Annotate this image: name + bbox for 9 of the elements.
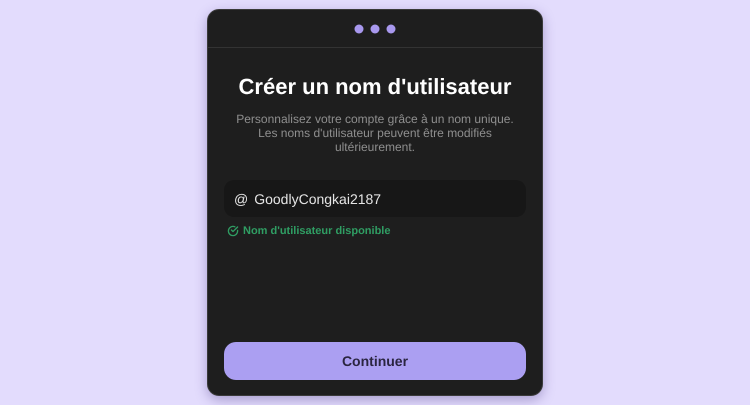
username-input[interactable]: GoodlyCongkai2187 [254,190,516,206]
check-circle-icon [227,225,239,237]
dialog-title: Créer un nom d'utilisateur [238,73,512,101]
dialog-description: Personnalisez votre compte grâce à un nom unique. Les noms d'utilisateur peuvent être modifiés ultérieurement. [235,112,515,154]
at-prefix: @ [234,190,248,206]
dots-icon [354,24,396,34]
status-message: Nom d'utilisateur disponible [243,225,390,237]
username-field[interactable]: @ GoodlyCongkai2187 [224,180,526,217]
continue-button[interactable]: Continuer [224,342,526,380]
